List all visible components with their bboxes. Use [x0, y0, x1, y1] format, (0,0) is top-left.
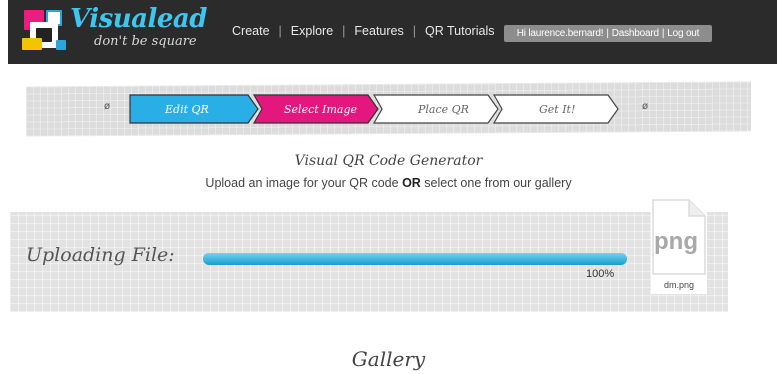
gallery-title: Gallery — [351, 347, 426, 371]
file-name: dm.png — [664, 280, 695, 290]
logout-link[interactable]: Log out — [667, 28, 699, 39]
generator-title: Visual QR Code Generator — [294, 153, 483, 169]
nav-explore[interactable]: Explore — [291, 24, 333, 38]
subtitle-or: OR — [402, 176, 421, 190]
file-extension: png — [654, 228, 698, 255]
dashboard-link[interactable]: Dashboard — [612, 28, 659, 39]
generator-subtitle: Upload an image for your QR code OR sele… — [0, 176, 777, 190]
user-menu: Hi laurence.bernard! | Dashboard | Log o… — [504, 25, 712, 42]
nav-separator: | — [342, 24, 346, 38]
nav-features[interactable]: Features — [354, 24, 403, 38]
nav-create[interactable]: Create — [232, 24, 270, 38]
brand-tagline: don't be square — [94, 34, 197, 49]
user-menu-separator: | — [661, 28, 665, 39]
uploading-file-label: Uploading File: — [26, 244, 175, 266]
step-label-edit-qr: Edit QR — [165, 103, 209, 116]
upload-progress-percent: 100% — [586, 268, 615, 280]
step-label-select-image: Select Image — [284, 103, 358, 116]
brand-name[interactable]: Visualead — [70, 4, 207, 34]
subtitle-text: Upload an image for your QR code — [205, 176, 403, 190]
visualead-logo-icon[interactable] — [22, 8, 72, 54]
user-menu-separator: | — [606, 28, 609, 39]
step-label-get-it: Get It! — [539, 103, 576, 116]
upload-progress-fill — [203, 253, 627, 265]
step-label-place-qr: Place QR — [418, 103, 469, 116]
steps-end-dot-icon: ø — [642, 101, 649, 112]
subtitle-text-after: select one from our gallery — [420, 176, 572, 190]
main-nav: Create | Explore | Features | QR Tutoria… — [232, 24, 494, 38]
upload-progress-bar — [203, 253, 627, 265]
nav-qr-tutorials[interactable]: QR Tutorials — [425, 24, 494, 38]
nav-separator: | — [412, 24, 417, 38]
user-greeting: Hi laurence.bernard! — [516, 28, 604, 39]
nav-separator: | — [278, 24, 282, 38]
